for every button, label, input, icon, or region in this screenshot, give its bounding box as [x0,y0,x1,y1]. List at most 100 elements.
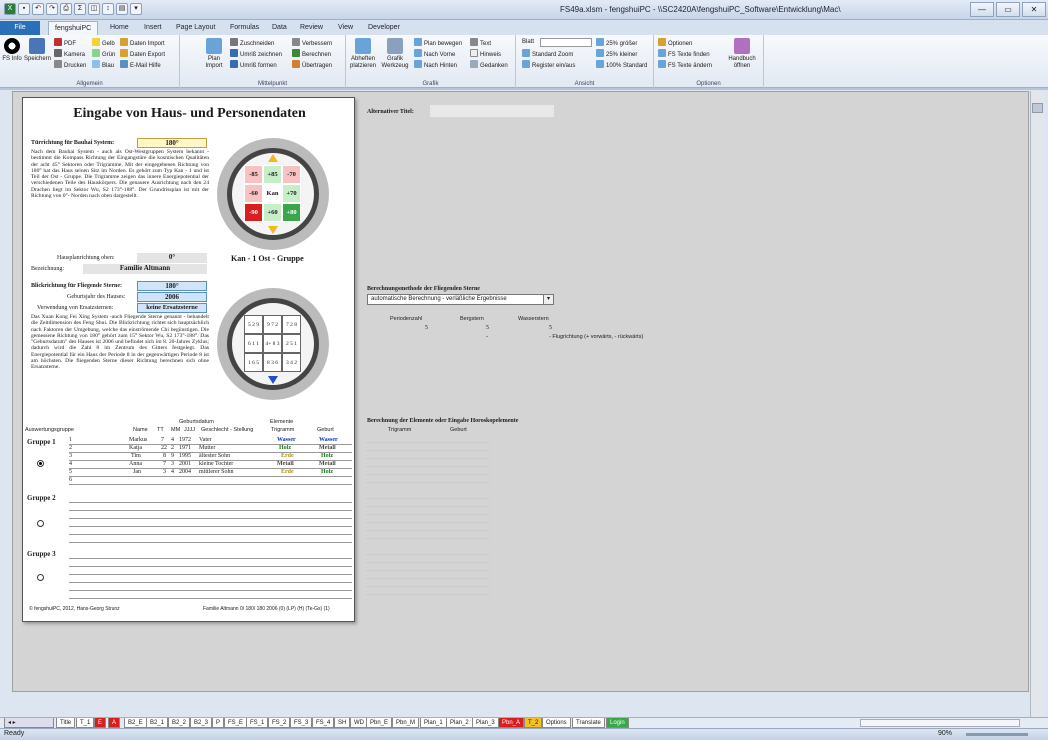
uebertragen-button[interactable]: Übertragen [292,60,332,71]
maximize-button[interactable]: ▭ [996,2,1020,17]
print-icon[interactable]: ⎙ [60,3,72,15]
method-dropdown[interactable]: automatische Berechnung - verläßliche Er… [367,294,554,305]
gelb-button[interactable]: Gelb [92,38,115,49]
tab-review[interactable]: Review [294,21,329,35]
blatt-dropdown[interactable] [540,38,592,47]
close-button[interactable]: ✕ [1022,2,1046,17]
plan-bewegen-button[interactable]: Plan bewegen [414,38,462,49]
sheet-tab[interactable]: T_1 [76,718,95,728]
sheet-tab[interactable]: Plan_2 [446,718,473,728]
sheet-tab[interactable]: Title [56,718,76,728]
sheet-tab[interactable]: FS_2 [268,718,291,728]
drucken-button[interactable]: Drucken [54,60,86,71]
standard100-button[interactable]: 100% Standard [596,60,647,71]
gedanken-button[interactable]: Gedanken [470,60,508,71]
sheet-tab[interactable]: SH [334,718,351,728]
optionen-button[interactable]: Optionen [658,38,692,49]
tab-page-layout[interactable]: Page Layout [170,21,221,35]
customize-icon[interactable]: ▾ [130,3,142,15]
preview-icon[interactable]: ◫ [88,3,100,15]
redo-icon[interactable]: ↷ [46,3,58,15]
sheet-tab[interactable]: B2_E [124,718,147,728]
excel-logo-icon[interactable]: X [4,3,16,15]
group3-radio[interactable] [37,574,44,581]
wasserstern-value[interactable]: 5 [549,325,552,331]
blau-button[interactable]: Blau [92,60,114,71]
undo-icon[interactable]: ↶ [32,3,44,15]
hinweis-button[interactable]: Hinweis [470,49,501,60]
sheet-tab[interactable]: FS_E [224,718,248,728]
daten-import-button[interactable]: Daten Import [120,38,165,49]
sheet-tab[interactable]: FS_1 [246,718,269,728]
sheet-tab[interactable]: Options [542,718,571,728]
sheet-nav-arrows[interactable]: ◂ ▸ [4,718,54,728]
abheften-button[interactable]: Abheften platzieren [348,38,378,70]
email-hilfe-button[interactable]: E-Mail Hilfe [120,60,161,71]
chevron-down-icon[interactable]: ▾ [543,295,553,304]
tab-fengshuipc[interactable]: fengshuiPC [48,21,99,35]
tab-file[interactable]: File [0,21,40,35]
berechnen-button[interactable]: Berechnen [292,49,331,60]
texte-finden-button[interactable]: FS Texte finden [658,49,710,60]
ersatz-value[interactable]: keine Ersatzsterne [137,303,207,313]
baujahr-value[interactable]: 2006 [137,292,207,302]
sheet-tab[interactable]: B2_2 [168,718,191,728]
standard-zoom-button[interactable]: Standard Zoom [522,49,573,60]
sheet-tab[interactable]: Pbn_M [392,718,420,728]
sheet-tab[interactable]: FS_4 [312,718,335,728]
sheet-tab[interactable]: FS_3 [290,718,313,728]
periodenzahl-value[interactable]: 5 [425,325,428,331]
save-icon[interactable]: ▪ [18,3,30,15]
nach-vorne-button[interactable]: Nach Vorne [414,49,455,60]
tab-view[interactable]: View [332,21,359,35]
sheet-tab[interactable]: B2_1 [146,718,169,728]
sheet-tab[interactable]: T_2 [524,718,543,728]
groesser-button[interactable]: 25% größer [596,38,637,49]
texte-aendern-button[interactable]: FS Texte ändern [658,60,712,71]
sheet-tab[interactable]: Plan_3 [472,718,499,728]
sheet-tab[interactable]: A [108,718,121,728]
bezeichnung-value[interactable]: Familie Altmann [83,264,207,274]
sheet-tab[interactable]: Pbn_A [498,718,525,728]
blick-value[interactable]: 180° [137,281,207,291]
tab-home[interactable]: Home [104,21,135,35]
plan-import-button[interactable]: Plan Import [202,38,226,70]
fs-info-button[interactable]: FS Info [2,38,22,63]
sheet-tab[interactable]: Login [606,718,629,728]
nach-hinten-button[interactable]: Nach Hinten [414,60,457,71]
scroll-thumb[interactable] [1032,103,1043,113]
speichern-button[interactable]: Speichern [24,38,51,63]
kleiner-button[interactable]: 25% kleiner [596,49,637,60]
sort-icon[interactable]: ↕ [102,3,114,15]
tab-formulas[interactable]: Formulas [224,21,265,35]
zoom-slider[interactable] [966,733,1028,736]
grafik-werkzeug-button[interactable]: Grafik Werkzeug [380,38,410,70]
sheet-tab[interactable]: B2_3 [190,718,213,728]
sheet-tab[interactable]: Plan_1 [420,718,447,728]
minimize-button[interactable]: — [970,2,994,17]
pdf-button[interactable]: PDF [54,38,76,49]
group1-radio[interactable] [37,460,44,467]
vertical-scrollbar[interactable] [1030,91,1044,717]
chart-icon[interactable]: ▤ [116,3,128,15]
tab-insert[interactable]: Insert [138,21,168,35]
verbessern-button[interactable]: Verbessern [292,38,332,49]
tab-developer[interactable]: Developer [362,21,406,35]
sheet-tab[interactable]: Pbn_E [366,718,393,728]
umriss-formen-button[interactable]: Umriß formen [230,60,277,71]
sheet-tab[interactable]: Translate [572,718,605,728]
group2-radio[interactable] [37,520,44,527]
sheet-tab[interactable]: P [212,718,225,728]
sheet-tab[interactable]: E [94,718,107,728]
register-button[interactable]: Register ein/aus [522,60,575,71]
horizontal-scrollbar[interactable] [860,719,1020,727]
alt-title-input[interactable] [430,105,554,117]
handbuch-button[interactable]: Handbuch öffnen [724,38,760,70]
zuschneiden-button[interactable]: Zuschneiden [230,38,274,49]
umriss-zeichnen-button[interactable]: Umriß zeichnen [230,49,282,60]
daten-export-button[interactable]: Daten Export [120,49,165,60]
gruen-button[interactable]: Grün [92,49,115,60]
kamera-button[interactable]: Kamera [54,49,85,60]
tab-data[interactable]: Data [266,21,293,35]
tuer-value[interactable]: 180° [137,138,207,148]
